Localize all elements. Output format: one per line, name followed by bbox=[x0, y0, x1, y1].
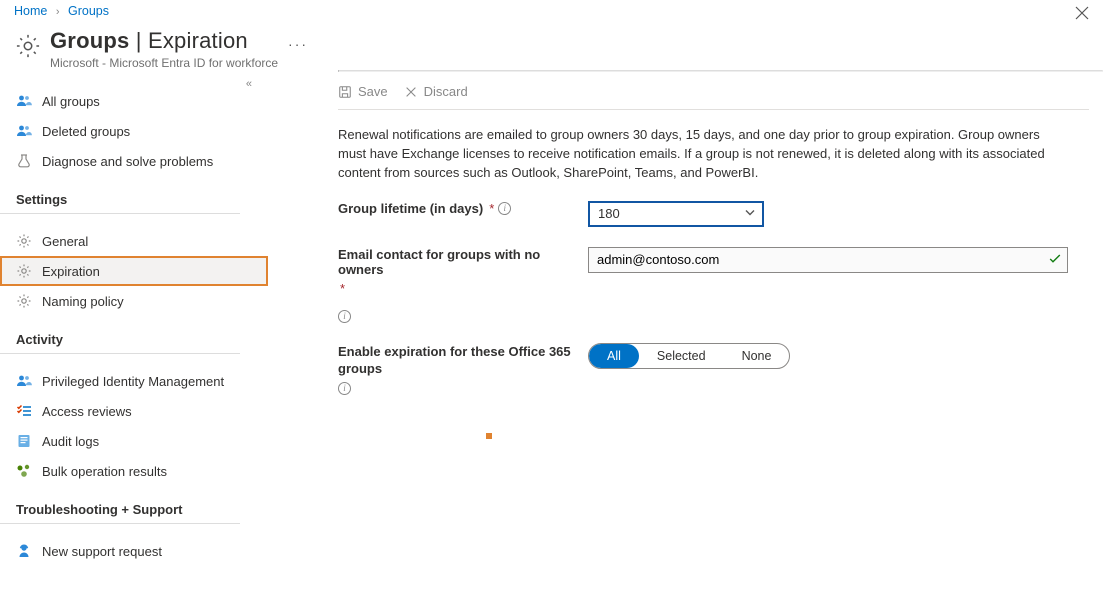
gear-icon bbox=[14, 32, 42, 60]
diagnose-icon bbox=[16, 153, 32, 169]
sidebar-item-label: All groups bbox=[42, 94, 100, 109]
enable-expiration-label: Enable expiration for these Office 365 g… bbox=[338, 343, 588, 395]
sidebar-item-diagnose[interactable]: Diagnose and solve problems bbox=[0, 146, 268, 176]
sidebar-item-all-groups[interactable]: All groups bbox=[0, 86, 268, 116]
chevron-right-icon: › bbox=[56, 6, 60, 18]
sidebar-item-label: Diagnose and solve problems bbox=[42, 154, 213, 169]
toggle-option-all[interactable]: All bbox=[589, 344, 639, 368]
sidebar-item-label: Access reviews bbox=[42, 404, 132, 419]
page-title-sub: Expiration bbox=[148, 28, 248, 53]
save-label: Save bbox=[358, 84, 388, 99]
field-enable-expiration: Enable expiration for these Office 365 g… bbox=[338, 343, 1089, 395]
bulk-icon bbox=[16, 463, 32, 479]
page-title-sep: | bbox=[129, 28, 148, 53]
sidebar: « All groups Deleted groups Diagnose and… bbox=[0, 74, 268, 566]
sidebar-section-troubleshooting: Troubleshooting + Support bbox=[0, 492, 240, 524]
sidebar-item-label: Privileged Identity Management bbox=[42, 374, 224, 389]
checklist-icon bbox=[16, 403, 32, 419]
toggle-option-none[interactable]: None bbox=[724, 344, 790, 368]
description-text: Renewal notifications are emailed to gro… bbox=[338, 126, 1058, 183]
gear-icon bbox=[16, 233, 32, 249]
close-icon[interactable] bbox=[1075, 6, 1089, 23]
sidebar-section-activity: Activity bbox=[0, 322, 240, 354]
valid-check-icon bbox=[1048, 251, 1062, 268]
label-text: Email contact for groups with no owners bbox=[338, 247, 588, 277]
sidebar-section-settings: Settings bbox=[0, 182, 240, 214]
field-email-contact: Email contact for groups with no owners … bbox=[338, 247, 1089, 323]
sidebar-item-bulk-results[interactable]: Bulk operation results bbox=[0, 456, 268, 486]
select-value: 180 bbox=[598, 206, 620, 221]
people-icon bbox=[16, 93, 32, 109]
page-header: Groups | Expiration Microsoft - Microsof… bbox=[0, 18, 1103, 70]
main-content: Save Discard Renewal notifications are e… bbox=[338, 70, 1103, 566]
sidebar-item-deleted-groups[interactable]: Deleted groups bbox=[0, 116, 268, 146]
log-icon bbox=[16, 433, 32, 449]
sidebar-item-label: Expiration bbox=[42, 264, 100, 279]
info-icon[interactable]: i bbox=[498, 202, 511, 215]
more-actions-button[interactable]: ··· bbox=[288, 36, 308, 52]
email-contact-input-wrap bbox=[588, 247, 1068, 273]
support-icon bbox=[16, 543, 32, 559]
decorative-artifact bbox=[486, 433, 492, 439]
sidebar-item-label: Deleted groups bbox=[42, 124, 130, 139]
sidebar-item-pim[interactable]: Privileged Identity Management bbox=[0, 366, 268, 396]
save-button[interactable]: Save bbox=[338, 84, 388, 99]
sidebar-item-label: New support request bbox=[42, 544, 162, 559]
breadcrumb-groups[interactable]: Groups bbox=[68, 4, 109, 18]
required-asterisk: * bbox=[489, 201, 494, 216]
discard-button[interactable]: Discard bbox=[404, 84, 468, 99]
label-text: Group lifetime (in days) bbox=[338, 201, 483, 216]
toggle-option-selected[interactable]: Selected bbox=[639, 344, 724, 368]
info-icon[interactable]: i bbox=[338, 382, 351, 395]
email-contact-label: Email contact for groups with no owners … bbox=[338, 247, 588, 323]
sidebar-item-label: Bulk operation results bbox=[42, 464, 167, 479]
people-icon bbox=[16, 123, 32, 139]
sidebar-item-label: Naming policy bbox=[42, 294, 124, 309]
email-contact-input[interactable] bbox=[588, 247, 1068, 273]
group-lifetime-select[interactable]: 180 bbox=[588, 201, 764, 227]
breadcrumb-home[interactable]: Home bbox=[14, 4, 47, 18]
sidebar-item-label: General bbox=[42, 234, 88, 249]
sidebar-item-access-reviews[interactable]: Access reviews bbox=[0, 396, 268, 426]
sidebar-item-support-request[interactable]: New support request bbox=[0, 536, 268, 566]
page-title: Groups | Expiration bbox=[50, 28, 278, 54]
group-lifetime-label: Group lifetime (in days) * i bbox=[338, 201, 588, 216]
label-text: Enable expiration for these Office 365 g… bbox=[338, 343, 588, 378]
sidebar-item-audit-logs[interactable]: Audit logs bbox=[0, 426, 268, 456]
command-bar: Save Discard bbox=[338, 72, 1089, 110]
people-icon bbox=[16, 373, 32, 389]
sidebar-item-naming-policy[interactable]: Naming policy bbox=[0, 286, 268, 316]
enable-expiration-toggle: All Selected None bbox=[588, 343, 790, 369]
breadcrumb: Home › Groups bbox=[0, 0, 1103, 18]
sidebar-item-label: Audit logs bbox=[42, 434, 99, 449]
info-icon[interactable]: i bbox=[338, 310, 351, 323]
field-group-lifetime: Group lifetime (in days) * i 180 bbox=[338, 201, 1089, 227]
discard-label: Discard bbox=[424, 84, 468, 99]
required-asterisk: * bbox=[340, 281, 345, 296]
gear-icon bbox=[16, 293, 32, 309]
sidebar-item-expiration[interactable]: Expiration bbox=[0, 256, 268, 286]
page-title-main: Groups bbox=[50, 28, 129, 53]
sidebar-item-general[interactable]: General bbox=[0, 226, 268, 256]
collapse-sidebar-button[interactable]: « bbox=[246, 78, 252, 90]
chevron-down-icon bbox=[744, 206, 756, 221]
gear-icon bbox=[16, 263, 32, 279]
page-subtitle: Microsoft - Microsoft Entra ID for workf… bbox=[50, 56, 278, 70]
